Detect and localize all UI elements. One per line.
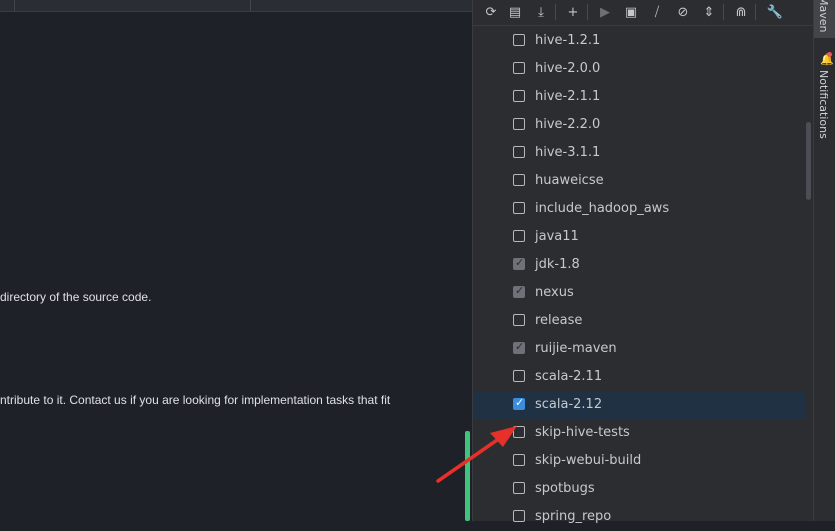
notifications-strip-label[interactable]: Notifications — [817, 70, 830, 139]
editor-tab-strip — [0, 0, 472, 12]
tab-separator — [250, 0, 251, 11]
profile-label: hive-2.2.0 — [535, 117, 601, 132]
toolbar-separator — [755, 4, 756, 20]
folder-generate-icon[interactable]: ▤ — [505, 2, 525, 22]
profile-row[interactable]: spring_repo — [473, 503, 806, 531]
profile-label: spring_repo — [535, 509, 612, 524]
profile-row[interactable]: hive-2.0.0 — [473, 55, 806, 83]
profile-label: skip-webui-build — [535, 453, 642, 468]
profile-label: skip-hive-tests — [535, 425, 630, 440]
profile-label: jdk-1.8 — [535, 257, 580, 272]
settings-wrench-icon[interactable]: 🔧 — [765, 2, 785, 22]
skip-tests-icon[interactable]: ⊘ — [673, 2, 693, 22]
profile-label: scala-2.11 — [535, 369, 603, 384]
profile-checkbox[interactable]: ✓ — [513, 256, 525, 270]
checkmark-icon: ✓ — [515, 396, 525, 409]
profile-label: hive-2.0.0 — [535, 61, 601, 76]
profile-checkbox[interactable] — [513, 174, 525, 186]
toolbar-separator — [723, 4, 724, 20]
profile-checkbox[interactable] — [513, 90, 525, 102]
profile-row[interactable]: scala-2.11 — [473, 363, 806, 391]
profile-checkbox[interactable] — [513, 146, 525, 158]
profile-row[interactable]: ✓ jdk-1.8 — [473, 251, 806, 279]
change-marker — [465, 431, 470, 521]
profile-label: spotbugs — [535, 481, 595, 496]
add-icon[interactable]: + — [563, 2, 583, 22]
profile-row[interactable]: hive-2.1.1 — [473, 83, 806, 111]
profile-row[interactable]: huaweicse — [473, 167, 806, 195]
profile-label: nexus — [535, 285, 574, 300]
profile-label: java11 — [535, 229, 579, 244]
profile-label: include_hadoop_aws — [535, 201, 670, 216]
doc-text-line: ntribute to it. Contact us if you are lo… — [0, 393, 391, 407]
profile-row[interactable]: java11 — [473, 223, 806, 251]
profile-row[interactable]: ✓ nexus — [473, 279, 806, 307]
maven-strip-button[interactable]: Maven — [814, 0, 835, 38]
profile-checkbox[interactable]: ✓ — [513, 396, 525, 410]
collapse-icon[interactable]: ⇕ — [699, 2, 719, 22]
profile-label: hive-3.1.1 — [535, 145, 601, 160]
profile-row[interactable]: skip-webui-build — [473, 447, 806, 475]
profile-row[interactable]: hive-2.2.0 — [473, 111, 806, 139]
profile-label: ruijie-maven — [535, 341, 617, 356]
execute-goal-icon[interactable]: ▣ — [621, 2, 641, 22]
toggle-offline-icon[interactable]: ⧸ — [647, 2, 667, 22]
maven-toolbar: ⟳ ▤ ⤓ + ▶ ▣ ⧸ ⊘ ⇕ ⋒ 🔧 — [473, 0, 814, 26]
profile-label: hive-2.1.1 — [535, 89, 601, 104]
download-icon[interactable]: ⤓ — [531, 2, 551, 22]
profile-label: release — [535, 313, 583, 328]
analyze-icon[interactable]: ⋒ — [731, 2, 751, 22]
checkmark-icon: ✓ — [515, 256, 525, 269]
profile-checkbox[interactable] — [513, 370, 525, 382]
profile-label: scala-2.12 — [535, 397, 603, 412]
profile-checkbox[interactable] — [513, 118, 525, 130]
checkmark-icon: ✓ — [515, 284, 525, 297]
tab-separator — [14, 0, 15, 11]
profile-checkbox[interactable] — [513, 314, 525, 326]
profile-checkbox[interactable] — [513, 202, 525, 214]
doc-text-line: directory of the source code. — [0, 290, 152, 304]
profile-row[interactable]: ✓ scala-2.12 — [473, 391, 806, 419]
scrollbar-thumb[interactable] — [806, 122, 811, 200]
profile-checkbox[interactable] — [513, 62, 525, 74]
profile-label: hive-1.2.1 — [535, 33, 601, 48]
profile-row[interactable]: spotbugs — [473, 475, 806, 503]
profile-row[interactable]: hive-1.2.1 — [473, 27, 806, 55]
profile-checkbox[interactable] — [513, 34, 525, 46]
toolbar-separator — [587, 4, 588, 20]
maven-strip-label: Maven — [817, 0, 830, 33]
profile-label: huaweicse — [535, 173, 604, 188]
profile-checkbox[interactable] — [513, 482, 525, 494]
profile-row[interactable]: skip-hive-tests — [473, 419, 806, 447]
document-area: directory of the source code. ntribute t… — [0, 0, 472, 521]
profile-checkbox[interactable] — [513, 426, 525, 438]
profile-checkbox[interactable]: ✓ — [513, 340, 525, 354]
maven-tool-window: ⟳ ▤ ⤓ + ▶ ▣ ⧸ ⊘ ⇕ ⋒ 🔧 hive-1.2.1 hive-2.0.0 hive-2.1… — [472, 0, 814, 524]
toolbar-separator — [555, 4, 556, 20]
checkmark-icon: ✓ — [515, 340, 525, 353]
profile-checkbox[interactable] — [513, 510, 525, 522]
profile-row[interactable]: ✓ ruijie-maven — [473, 335, 806, 363]
profile-row[interactable]: release — [473, 307, 806, 335]
profile-checkbox[interactable] — [513, 454, 525, 466]
run-icon[interactable]: ▶ — [595, 2, 615, 22]
profile-row[interactable]: hive-3.1.1 — [473, 139, 806, 167]
notification-badge — [827, 52, 832, 57]
profile-checkbox[interactable]: ✓ — [513, 284, 525, 298]
right-tool-strip: Maven 🔔 Notifications — [813, 0, 835, 521]
profile-row[interactable]: include_hadoop_aws — [473, 195, 806, 223]
refresh-icon[interactable]: ⟳ — [481, 2, 501, 22]
profile-checkbox[interactable] — [513, 230, 525, 242]
